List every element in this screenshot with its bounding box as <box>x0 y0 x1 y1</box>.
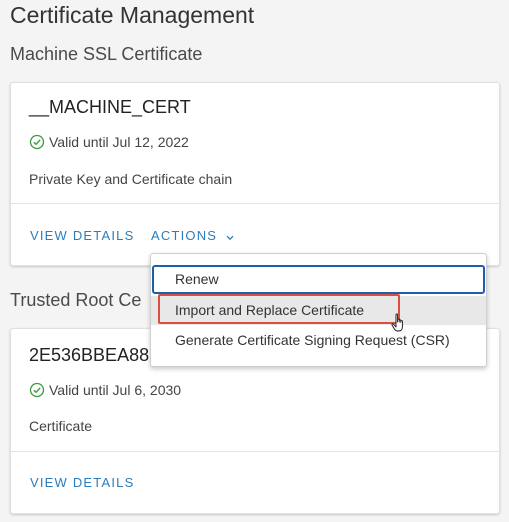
validity-text: Valid until Jul 6, 2030 <box>49 382 182 398</box>
certificate-description: Certificate <box>29 418 93 434</box>
card-divider <box>11 451 499 452</box>
check-circle-icon <box>29 382 45 398</box>
view-details-link[interactable]: VIEW DETAILS <box>30 475 134 490</box>
validity-text: Valid until Jul 12, 2022 <box>49 134 189 150</box>
menu-item-generate-csr[interactable]: Generate Certificate Signing Request (CS… <box>151 326 486 355</box>
hand-pointer-icon <box>391 313 403 332</box>
check-circle-icon <box>29 134 45 150</box>
certificate-name: __MACHINE_CERT <box>29 97 191 117</box>
machine-ssl-card: __MACHINE_CERT Valid until Jul 12, 2022 … <box>10 82 500 266</box>
highlight-annotation <box>158 294 400 324</box>
actions-label: ACTIONS <box>151 228 218 243</box>
section-title-trusted-root: Trusted Root Ce <box>10 290 142 310</box>
page-title: Certificate Management <box>10 2 255 28</box>
certificate-description: Private Key and Certificate chain <box>29 171 233 187</box>
validity-row: Valid until Jul 6, 2030 <box>29 382 181 398</box>
card-divider <box>11 203 499 204</box>
actions-dropdown-button[interactable]: ACTIONS <box>151 228 234 244</box>
chevron-down-icon <box>226 229 234 244</box>
certificate-name: 2E536BBEA88 <box>29 345 150 365</box>
section-title-machine-ssl: Machine SSL Certificate <box>10 44 203 64</box>
menu-item-renew[interactable]: Renew <box>152 265 485 294</box>
validity-row: Valid until Jul 12, 2022 <box>29 134 189 150</box>
view-details-link[interactable]: VIEW DETAILS <box>30 228 134 243</box>
